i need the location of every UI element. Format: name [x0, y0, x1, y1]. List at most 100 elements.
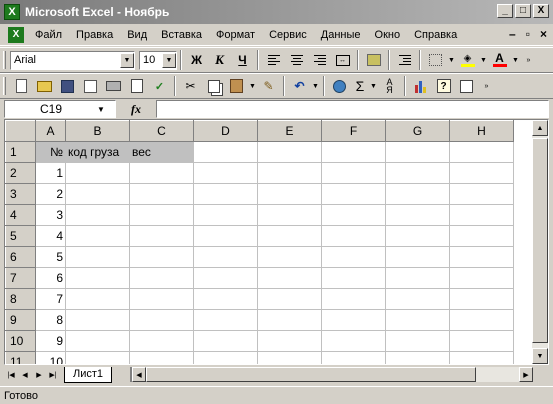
menu-format[interactable]: Формат — [209, 29, 262, 41]
cell[interactable]: 10 — [35, 351, 66, 364]
doc-close-button[interactable]: × — [540, 27, 547, 41]
cell[interactable] — [257, 246, 322, 268]
menu-tools[interactable]: Сервис — [262, 29, 314, 41]
cell[interactable] — [321, 204, 386, 226]
toolbar-grip[interactable] — [3, 51, 6, 69]
cell[interactable] — [193, 330, 258, 352]
column-header[interactable]: E — [257, 120, 322, 142]
cell[interactable] — [385, 267, 450, 289]
row-header[interactable]: 9 — [5, 309, 36, 331]
vertical-scroll-thumb[interactable] — [532, 138, 548, 343]
cell[interactable] — [385, 330, 450, 352]
chevron-down-icon[interactable]: ▼ — [162, 52, 176, 68]
menu-insert[interactable]: Вставка — [154, 29, 209, 41]
cell[interactable] — [449, 288, 514, 310]
cell[interactable] — [321, 141, 386, 163]
close-button[interactable]: X — [533, 4, 549, 18]
select-all-corner[interactable] — [5, 120, 36, 142]
cell[interactable] — [449, 330, 514, 352]
autosum-button[interactable]: Σ — [351, 75, 369, 97]
row-header[interactable]: 2 — [5, 162, 36, 184]
font-name-combo[interactable]: Arial ▼ — [10, 50, 135, 70]
menu-help[interactable]: Справка — [407, 29, 464, 41]
font-size-combo[interactable]: 10 ▼ — [139, 50, 177, 70]
cell[interactable] — [129, 246, 194, 268]
cell[interactable] — [385, 351, 450, 364]
cell[interactable] — [129, 267, 194, 289]
next-sheet-icon[interactable]: ▶ — [32, 368, 46, 382]
prev-sheet-icon[interactable]: ◀ — [18, 368, 32, 382]
borders-dropdown-icon[interactable]: ▼ — [447, 57, 456, 64]
cell[interactable] — [321, 288, 386, 310]
toolbar-options-icon[interactable]: » — [482, 83, 491, 90]
cell[interactable] — [385, 204, 450, 226]
scroll-right-icon[interactable]: ▶ — [519, 367, 533, 382]
cell[interactable] — [193, 162, 258, 184]
workbook-icon[interactable]: X — [8, 26, 24, 43]
cell[interactable]: 6 — [35, 267, 66, 289]
cell[interactable] — [65, 288, 130, 310]
cell[interactable] — [65, 162, 130, 184]
cell[interactable] — [193, 309, 258, 331]
cell[interactable] — [449, 225, 514, 247]
chevron-down-icon[interactable]: ▼ — [97, 105, 105, 114]
horizontal-scrollbar[interactable]: ◀ ▶ — [130, 367, 533, 382]
cell[interactable] — [449, 162, 514, 184]
menu-file[interactable]: Файл — [28, 29, 69, 41]
cell[interactable] — [385, 162, 450, 184]
underline-button[interactable]: Ч — [231, 49, 254, 71]
zoom-button[interactable] — [455, 75, 478, 97]
cell[interactable] — [385, 309, 450, 331]
cell[interactable] — [193, 351, 258, 364]
print-preview-button[interactable] — [125, 75, 148, 97]
row-header[interactable]: 5 — [5, 225, 36, 247]
paste-button[interactable] — [225, 75, 248, 97]
cell[interactable] — [193, 183, 258, 205]
cell[interactable] — [321, 183, 386, 205]
cell[interactable] — [257, 330, 322, 352]
cell[interactable] — [321, 351, 386, 364]
row-header[interactable]: 3 — [5, 183, 36, 205]
cell[interactable] — [129, 183, 194, 205]
align-right-button[interactable] — [308, 49, 331, 71]
maximize-button[interactable]: □ — [515, 4, 531, 18]
merge-center-button[interactable]: ↔ — [331, 49, 354, 71]
cell[interactable] — [385, 246, 450, 268]
cell[interactable] — [257, 141, 322, 163]
menu-view[interactable]: Вид — [120, 29, 154, 41]
cell[interactable] — [257, 351, 322, 364]
cell[interactable] — [129, 225, 194, 247]
chart-wizard-button[interactable] — [409, 75, 432, 97]
cell[interactable]: код груза — [65, 141, 130, 163]
worksheet-grid[interactable]: A B C D E F G H 1 № код груза вес 2 1 3 2 4 3 5 4 6 5… — [4, 119, 549, 365]
cell[interactable] — [65, 246, 130, 268]
undo-dropdown-icon[interactable]: ▼ — [311, 83, 320, 90]
scroll-up-icon[interactable]: ▲ — [532, 120, 548, 136]
cell[interactable] — [65, 225, 130, 247]
cell[interactable] — [65, 183, 130, 205]
fill-color-button[interactable]: ◈ — [456, 49, 479, 71]
autosum-dropdown-icon[interactable]: ▼ — [369, 83, 378, 90]
cell[interactable] — [257, 288, 322, 310]
cell[interactable] — [257, 225, 322, 247]
toolbar-grip[interactable] — [3, 77, 6, 95]
vertical-scrollbar[interactable]: ▲ ▼ — [532, 120, 548, 364]
cell[interactable] — [193, 288, 258, 310]
cell[interactable] — [257, 309, 322, 331]
row-header[interactable]: 7 — [5, 267, 36, 289]
cell[interactable]: 4 — [35, 225, 66, 247]
cell[interactable] — [129, 330, 194, 352]
horizontal-scroll-thumb[interactable] — [146, 367, 476, 382]
sort-ascending-button[interactable]: AЯ — [378, 75, 401, 97]
cell[interactable] — [129, 288, 194, 310]
save-button[interactable] — [56, 75, 79, 97]
cell[interactable] — [65, 204, 130, 226]
cell[interactable] — [193, 204, 258, 226]
cell[interactable]: 1 — [35, 162, 66, 184]
menu-edit[interactable]: Правка — [69, 29, 120, 41]
row-header[interactable]: 6 — [5, 246, 36, 268]
hyperlink-button[interactable] — [328, 75, 351, 97]
cell[interactable] — [65, 330, 130, 352]
menu-data[interactable]: Данные — [314, 29, 368, 41]
cell[interactable] — [449, 309, 514, 331]
